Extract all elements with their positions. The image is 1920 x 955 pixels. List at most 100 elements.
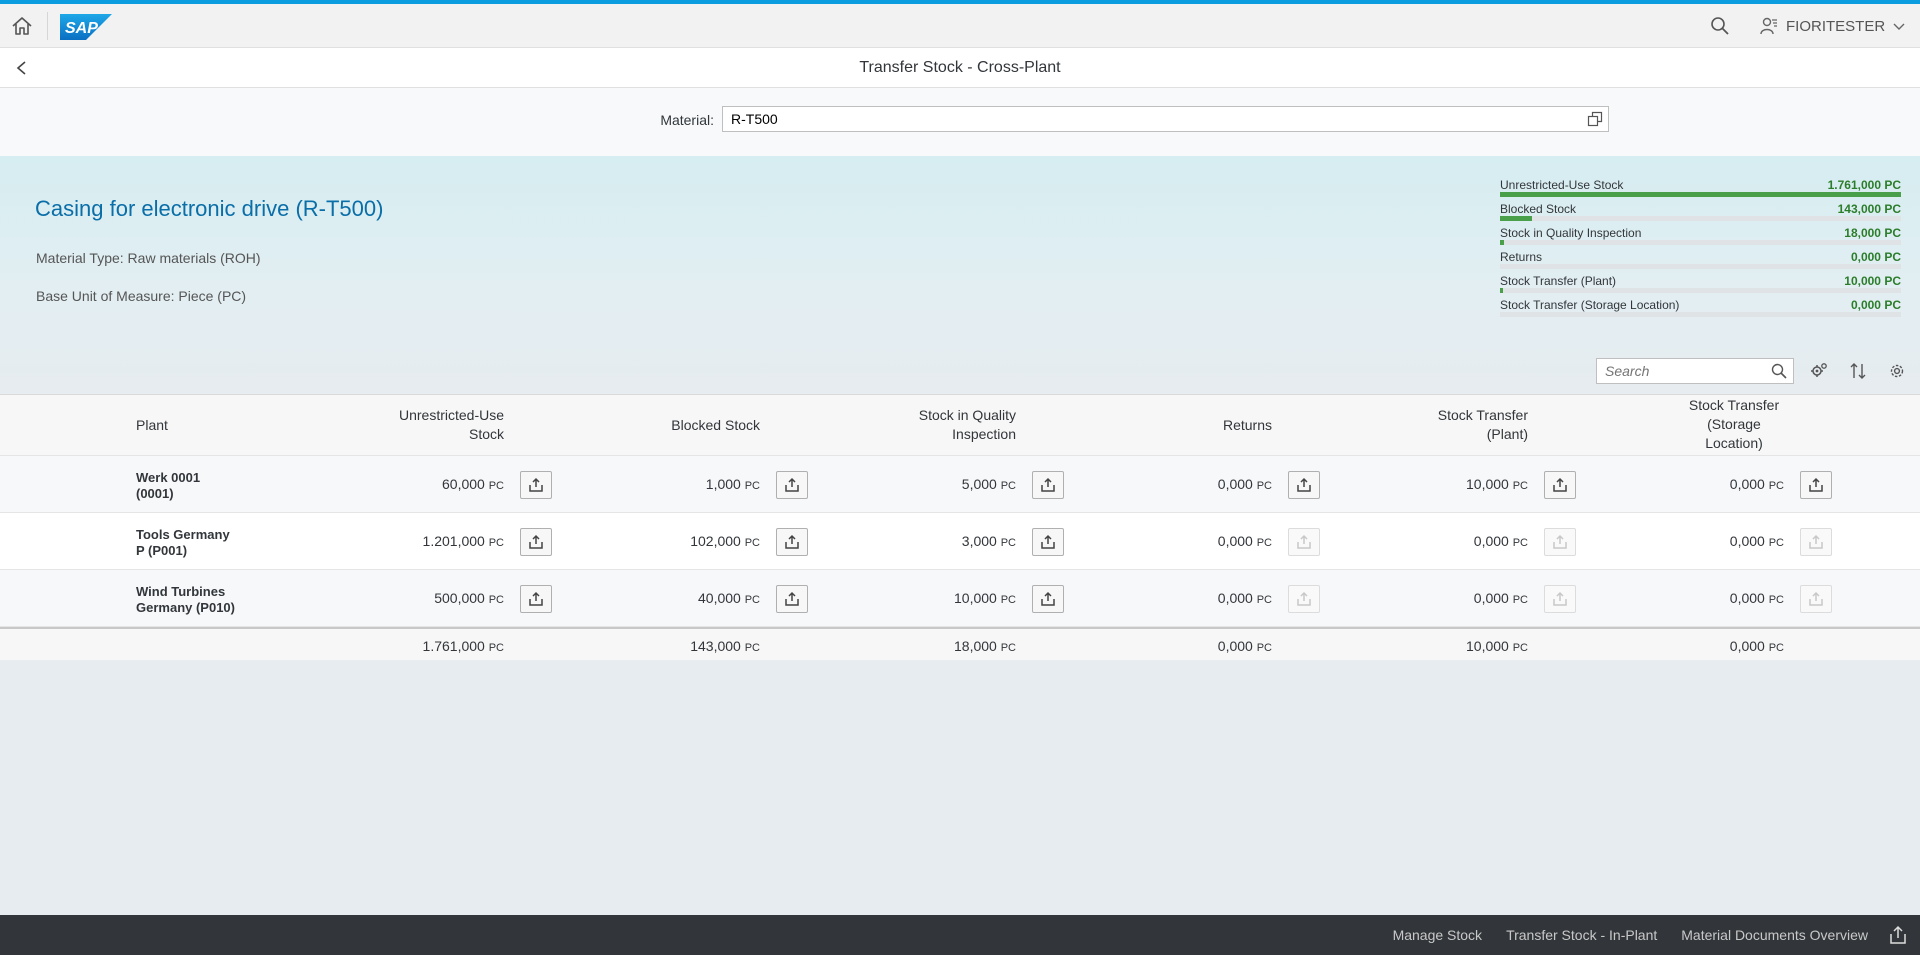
share-icon[interactable]	[1888, 925, 1908, 945]
value-help-icon[interactable]	[1587, 111, 1603, 127]
footer-link[interactable]: Transfer Stock - In-Plant	[1506, 927, 1657, 943]
transfer-unrestricted-button[interactable]	[520, 528, 552, 556]
transfer-unrestricted-button[interactable]	[520, 585, 552, 613]
page-header: Transfer Stock - Cross-Plant	[0, 48, 1920, 88]
column-header-transfer-plant-line2: (Plant)	[1486, 426, 1528, 442]
cell-unit: PC	[1256, 594, 1272, 606]
total-blocked: 143,000 PC	[600, 638, 760, 654]
table-row: Werk 0001 (0001) 60,000 PC 1,000 PC 5,000 PC…	[0, 456, 1920, 513]
cell-value: 0,000	[1729, 533, 1765, 549]
base-unit-attribute: Base Unit of Measure: Piece (PC)	[36, 288, 247, 304]
sort-button[interactable]	[1844, 357, 1872, 385]
user-name: FIORITESTER	[1786, 17, 1886, 35]
back-button[interactable]	[8, 54, 36, 82]
transfer-returns-button[interactable]	[1288, 471, 1320, 499]
stock-kpi-bar	[1500, 240, 1901, 245]
transfer-icon	[785, 591, 799, 606]
material-filter-bar: Material: R-T500	[0, 88, 1920, 156]
shell-search-button[interactable]	[1706, 12, 1734, 40]
cell-value: 0,000	[1473, 533, 1509, 549]
stock-kpi: Unrestricted-Use Stock 1.761,000 PC	[1500, 178, 1901, 202]
material-input[interactable]: R-T500	[722, 106, 1609, 132]
transfer-returns-button	[1288, 585, 1320, 613]
transfer-icon	[1553, 534, 1567, 549]
cell-value: 0,000	[1217, 533, 1253, 549]
total-value: 0,000	[1729, 638, 1765, 654]
cell-unit: PC	[1000, 480, 1016, 492]
stock-kpi-bar-fill	[1500, 192, 1901, 197]
transfer-quality-button[interactable]	[1032, 528, 1064, 556]
transfer-quality-button[interactable]	[1032, 585, 1064, 613]
total-transfer-sloc: 0,000 PC	[1624, 638, 1784, 654]
column-header-transfer-plant: Stock Transfer (Plant)	[1368, 406, 1528, 444]
plant-name-line1: Wind Turbines	[136, 584, 226, 599]
table-search-field[interactable]	[1596, 358, 1794, 384]
home-button[interactable]	[8, 12, 36, 40]
column-header-returns: Returns	[1222, 417, 1272, 433]
transfer-blocked-button[interactable]	[776, 585, 808, 613]
stock-kpi-label: Returns	[1500, 250, 1543, 264]
cell-unit: PC	[1256, 480, 1272, 492]
table-header: Plant Unrestricted-Use Stock Blocked Sto…	[0, 394, 1920, 456]
cell-blocked: 102,000 PC	[600, 533, 760, 549]
chevron-down-icon	[1893, 23, 1905, 30]
chevron-left-icon	[16, 61, 26, 75]
cell-unit: PC	[488, 480, 504, 492]
cell-unit: PC	[488, 594, 504, 606]
sap-logo[interactable]: SAP	[60, 14, 112, 40]
column-header-plant: Plant	[136, 417, 168, 433]
transfer-icon	[1809, 477, 1823, 492]
shell-bar: SAP FIORITESTER	[0, 4, 1920, 48]
cell-value: 0,000	[1729, 476, 1765, 492]
group-settings-button[interactable]	[1805, 357, 1833, 385]
cell-unrestricted: 1.201,000 PC	[344, 533, 504, 549]
table-settings-button[interactable]	[1883, 357, 1911, 385]
transfer-blocked-button[interactable]	[776, 471, 808, 499]
stock-kpi-value: 143,000 PC	[1837, 202, 1901, 216]
stock-kpi-bar	[1500, 312, 1901, 317]
stock-kpi-bar	[1500, 192, 1901, 197]
stock-kpi-bar	[1500, 288, 1901, 293]
cell-value: 1.201,000	[422, 533, 485, 549]
total-unit: PC	[1512, 642, 1528, 654]
transfer-icon	[1553, 477, 1567, 492]
cell-value: 1,000	[705, 476, 741, 492]
stock-kpi-value: 10,000 PC	[1844, 274, 1901, 288]
material-input-value: R-T500	[731, 111, 778, 127]
transfer-icon	[1041, 591, 1055, 606]
column-header-blocked: Blocked Stock	[671, 417, 760, 433]
footer-link[interactable]: Manage Stock	[1393, 927, 1483, 943]
cell-quality: 3,000 PC	[856, 533, 1016, 549]
cell-quality: 5,000 PC	[856, 476, 1016, 492]
cell-returns: 0,000 PC	[1112, 476, 1272, 492]
stock-kpi-bar	[1500, 216, 1901, 221]
user-icon	[1760, 17, 1777, 35]
column-header-quality-line1: Stock in Quality	[918, 407, 1016, 423]
transfer-unrestricted-button[interactable]	[520, 471, 552, 499]
stock-table: Plant Unrestricted-Use Stock Blocked Sto…	[0, 394, 1920, 660]
cell-quality: 10,000 PC	[856, 590, 1016, 606]
home-icon	[12, 17, 32, 35]
footer-bar: Manage Stock Transfer Stock - In-Plant Mat…	[0, 915, 1920, 955]
cell-transfer-sloc: 0,000 PC	[1624, 533, 1784, 549]
cell-unit: PC	[744, 537, 760, 549]
search-input[interactable]	[1597, 359, 1757, 383]
transfer-icon	[1297, 591, 1311, 606]
cell-transfer-plant: 0,000 PC	[1368, 533, 1528, 549]
column-header-unrestricted-line1: Unrestricted-Use	[398, 407, 504, 423]
table-row: Tools Germany P (P001) 1.201,000 PC 102,000…	[0, 513, 1920, 570]
footer-link[interactable]: Material Documents Overview	[1681, 927, 1868, 943]
plant-name: Wind Turbines Germany (P010)	[136, 584, 256, 616]
cell-blocked: 40,000 PC	[600, 590, 760, 606]
user-menu[interactable]: FIORITESTER	[1760, 12, 1905, 40]
transfer-quality-button[interactable]	[1032, 471, 1064, 499]
total-value: 143,000	[690, 638, 741, 654]
transfer-icon	[529, 591, 543, 606]
search-icon[interactable]	[1771, 363, 1787, 379]
total-unrestricted: 1.761,000 PC	[344, 638, 504, 654]
transfer-transfer-sloc-button[interactable]	[1800, 471, 1832, 499]
cell-value: 102,000	[690, 533, 741, 549]
transfer-blocked-button[interactable]	[776, 528, 808, 556]
transfer-transfer-plant-button[interactable]	[1544, 471, 1576, 499]
table-body: Werk 0001 (0001) 60,000 PC 1,000 PC 5,000 PC…	[0, 456, 1920, 627]
